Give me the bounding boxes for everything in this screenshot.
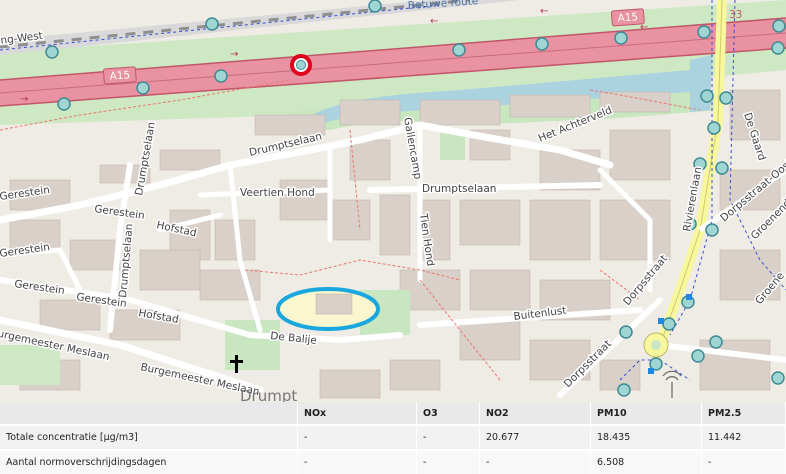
table-cell: 6.508 [590,449,702,474]
measurement-point[interactable] [691,349,705,363]
measurement-point[interactable] [719,91,733,105]
measurement-point[interactable] [614,31,628,45]
measurement-point[interactable] [707,121,721,135]
street-label: Veertien Hond [240,187,315,199]
table-header-cell: PM2.5 [701,402,786,425]
measurement-point[interactable] [205,17,219,31]
table-cell: 18.435 [590,424,702,450]
measurement-point[interactable] [617,383,631,397]
svg-text:→: → [20,94,28,105]
measurement-point[interactable] [57,97,71,111]
measurement-point[interactable] [715,161,729,175]
table-cell: - [416,424,480,450]
table-cell: 20.677 [479,424,591,450]
table-header-row: NOx O3 NO2 PM10 PM2.5 [0,402,786,425]
table-cell: - [479,449,591,474]
place-label: Drumpt [240,387,297,402]
concentration-table: NOx O3 NO2 PM10 PM2.5 Totale concentrati… [0,402,786,474]
measurement-point[interactable] [619,325,633,339]
table-header-cell: PM10 [590,402,702,425]
measurement-point[interactable] [452,43,466,57]
table-header-cell [0,402,298,425]
measurement-point[interactable] [772,19,786,33]
measurement-point[interactable] [662,317,676,331]
measurement-point[interactable] [136,81,150,95]
svg-text:←: ← [430,16,438,27]
table-row: Totale concentratie [µg/m3] - - 20.677 1… [0,424,786,450]
measurement-point[interactable] [45,45,59,59]
measurement-point[interactable] [705,223,719,237]
map-view[interactable]: → ← ← ← → ← [0,0,786,402]
table-cell: - [297,449,417,474]
measurement-point[interactable] [709,335,723,349]
bus-stop-icon [686,294,692,300]
bus-stop-icon [658,318,664,324]
table-cell: - [416,449,480,474]
motorway-label: A15 [109,69,130,82]
table-cell: - [297,424,417,450]
measurement-point[interactable] [771,371,785,385]
row-label: Aantal normoverschrijdingsdagen [0,449,298,474]
table-cell: 11.442 [701,424,786,450]
table-header-cell: O3 [416,402,480,425]
measurement-point[interactable] [368,0,382,13]
school-building [315,293,353,315]
motorway-label: A15 [617,11,638,24]
exit-number-label: 33 [729,9,742,21]
measurement-point[interactable] [535,37,549,51]
bus-stop-icon [648,368,654,374]
measurement-point[interactable] [697,25,711,39]
svg-text:←: ← [540,6,548,17]
water-east [690,55,712,112]
table-row: Aantal normoverschrijdingsdagen - - - 6.… [0,449,786,474]
table-header-cell: NO2 [479,402,591,425]
table-header-cell: NOx [297,402,417,425]
svg-text:→: → [230,49,238,60]
table-cell: - [701,449,786,474]
measurement-point[interactable] [771,41,785,55]
measurement-point[interactable] [214,69,228,83]
street-label: Drumptselaan [422,183,496,195]
row-label: Totale concentratie [µg/m3] [0,424,298,450]
measurement-point[interactable] [700,89,714,103]
